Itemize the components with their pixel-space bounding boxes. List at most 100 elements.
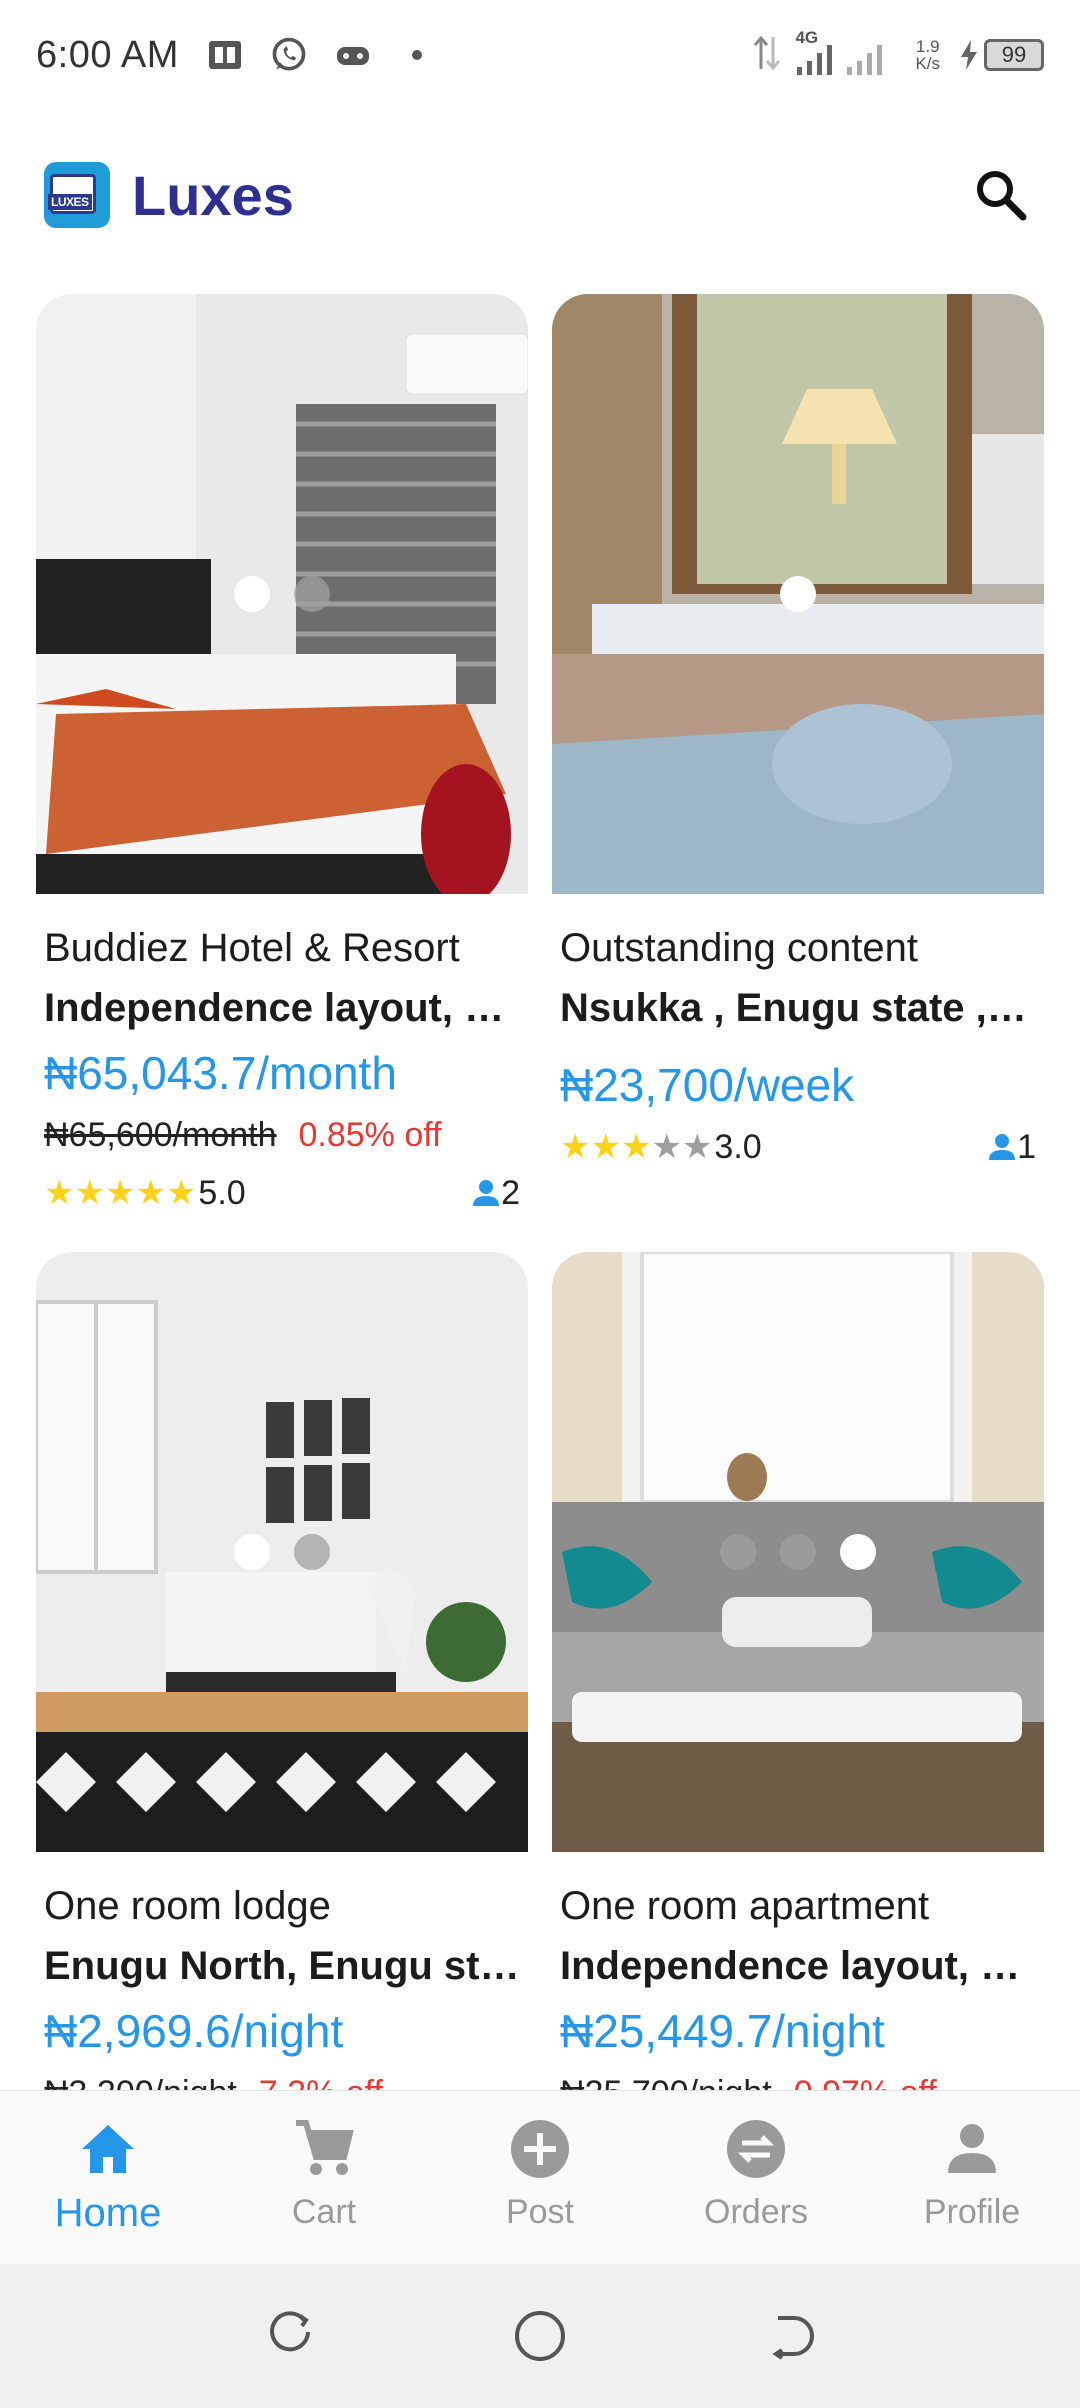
listing-discount: 0.85% off	[298, 1116, 442, 1154]
image-dots	[36, 576, 528, 612]
listing-old-price-row: ₦3,200/night 7.2% off	[44, 2064, 520, 2090]
luxes-logo: LUXES	[44, 162, 110, 228]
nav-profile[interactable]: Profile	[864, 2091, 1080, 2264]
star-icon: ★	[165, 1174, 197, 1212]
guest-count-value: 2	[501, 1173, 520, 1212]
listing-old-price-row: ₦25,700/night 0.97% off	[560, 2064, 1036, 2090]
image-dot[interactable]	[294, 1534, 330, 1570]
status-icons-right: 4G 1.9 K/s 99	[753, 29, 1044, 78]
listing-name: Outstanding content	[560, 926, 919, 970]
star-icon: ★	[44, 1174, 75, 1212]
speed-value: 1.9	[915, 37, 940, 56]
guest-count-value: 1	[1017, 1127, 1036, 1166]
nav-label: Profile	[923, 2193, 1021, 2231]
star-rating: ★ ★ ★ ★ ★ 3.0	[560, 1128, 762, 1167]
battery-icon: 99	[984, 39, 1044, 71]
system-navigation-bar	[0, 2264, 1080, 2408]
nav-label: Orders	[704, 2193, 808, 2231]
listing-name: One room apartment	[560, 1884, 930, 1928]
listing-card[interactable]: Buddiez Hotel & Resort Independence layo…	[36, 294, 528, 1222]
image-dots	[552, 1534, 1044, 1570]
home-circle-icon	[515, 2311, 565, 2361]
listing-meta: ★ ★ ★ ★ ★ 3.0 1	[560, 1118, 1036, 1176]
listing-old-price-row: ₦65,600/month 0.85% off	[44, 1106, 520, 1164]
listing-card[interactable]: One room lodge Enugu North, Enugu state …	[36, 1252, 528, 2090]
listing-name: Buddiez Hotel & Resort	[44, 926, 460, 970]
back-icon	[772, 2316, 814, 2360]
image-dot[interactable]	[234, 576, 270, 612]
rating-value: 3.0	[714, 1127, 762, 1166]
back-button[interactable]	[760, 2306, 820, 2366]
listing-location: Independence layout, Enugu state	[44, 986, 520, 1030]
listing-location: Enugu North, Enugu state	[44, 1944, 520, 1988]
listing-image[interactable]	[552, 294, 1044, 894]
star-icon: ★	[560, 1128, 591, 1166]
star-icon: ★	[590, 1128, 621, 1166]
charging-icon	[961, 40, 977, 70]
listing-image[interactable]	[552, 1252, 1044, 1852]
status-bar: 6:00 AM 4G 1.9 K/s 99	[0, 0, 1080, 110]
listing-price: ₦23,700/week	[560, 1059, 855, 1111]
image-dot[interactable]	[294, 576, 330, 612]
data-arrows-icon	[753, 33, 781, 78]
listing-image[interactable]	[36, 1252, 528, 1852]
star-rating: ★ ★ ★ ★ ★ 5.0	[44, 1174, 246, 1213]
nav-label: Home	[54, 2191, 162, 2235]
listing-image[interactable]	[36, 294, 528, 894]
listing-old-price: ₦3,200/night	[44, 2074, 237, 2090]
recent-apps-button[interactable]	[260, 2306, 320, 2366]
listings-grid: Buddiez Hotel & Resort Independence layo…	[36, 294, 1044, 2090]
guest-count: 2	[471, 1174, 520, 1213]
cart-icon	[292, 2117, 356, 2181]
rating-value: 5.0	[198, 1173, 246, 1212]
nfc-icon	[205, 35, 245, 75]
listing-price: ₦65,043.7/month	[44, 1047, 397, 1099]
person-icon	[940, 2117, 1004, 2181]
listing-card[interactable]: Outstanding content Nsukka , Enugu state…	[552, 294, 1044, 1176]
star-icon: ★	[651, 1128, 682, 1166]
listing-card[interactable]: One room apartment Independence layout, …	[552, 1252, 1044, 2090]
nav-home[interactable]: Home	[0, 2091, 216, 2264]
listing-name: One room lodge	[44, 1884, 331, 1928]
network-speed: 1.9 K/s	[915, 38, 940, 72]
listing-price: ₦2,969.6/night	[44, 2005, 344, 2057]
app-title: Luxes	[132, 163, 294, 227]
star-icon: ★	[681, 1128, 713, 1166]
guest-count: 1	[987, 1128, 1036, 1167]
listing-meta: ★ ★ ★ ★ ★ 5.0 2	[44, 1164, 520, 1222]
star-icon: ★	[620, 1128, 652, 1166]
status-icons-left	[205, 35, 437, 75]
image-dot[interactable]	[780, 1534, 816, 1570]
star-icon: ★	[135, 1174, 166, 1212]
add-circle-icon	[508, 2117, 572, 2181]
listing-location: Independence layout, Enugu state	[560, 1944, 1036, 1988]
image-dot[interactable]	[234, 1534, 270, 1570]
listing-discount: 0.97% off	[794, 2074, 937, 2090]
person-icon	[473, 1180, 500, 1206]
home-system-button[interactable]	[510, 2306, 570, 2366]
image-dots	[36, 1534, 528, 1570]
nav-post[interactable]: Post	[432, 2091, 648, 2264]
listing-old-price: ₦25,700/night	[560, 2074, 772, 2090]
nav-label: Post	[505, 2193, 575, 2231]
nav-orders[interactable]: Orders	[648, 2091, 864, 2264]
star-icon: ★	[74, 1174, 105, 1212]
image-dot[interactable]	[840, 1534, 876, 1570]
app-bar: LUXES Luxes	[0, 140, 1080, 250]
nav-cart[interactable]: Cart	[216, 2091, 432, 2264]
search-icon	[977, 171, 1027, 221]
status-time: 6:00 AM	[36, 33, 179, 76]
image-dots	[552, 576, 1044, 612]
recent-apps-icon	[270, 2311, 310, 2352]
search-button[interactable]	[966, 160, 1036, 230]
speed-unit: K/s	[915, 54, 940, 73]
swap-icon	[724, 2117, 788, 2181]
nav-label: Cart	[291, 2193, 357, 2231]
star-icon: ★	[104, 1174, 136, 1212]
image-dot[interactable]	[780, 576, 816, 612]
bottom-navigation: Home Cart Post Orders Profile	[0, 2090, 1080, 2264]
signal-icon: 4G	[795, 29, 895, 77]
person-icon	[989, 1134, 1016, 1160]
image-dot[interactable]	[720, 1534, 756, 1570]
game-controller-icon	[333, 35, 373, 75]
